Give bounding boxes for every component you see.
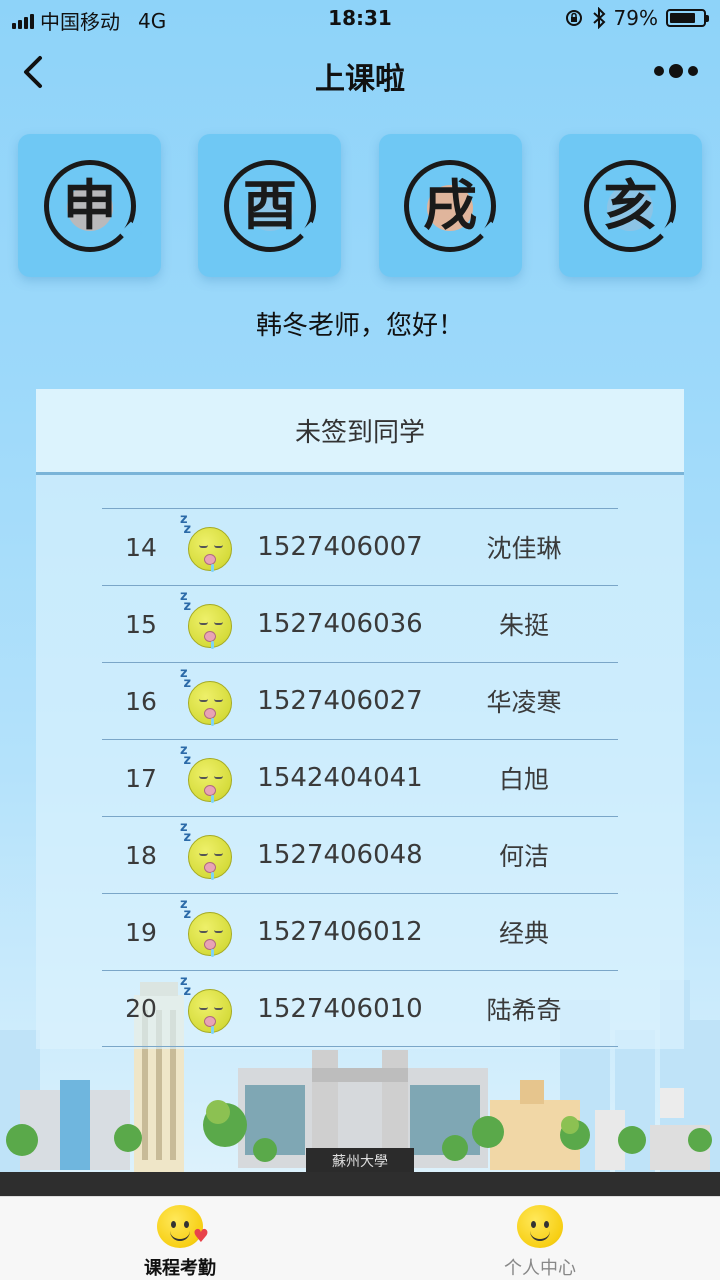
student-name: 沈佳琳 <box>486 534 562 563</box>
zodiac-glyph: 酉 <box>242 173 297 237</box>
sleepy-face-icon: z z <box>180 667 250 731</box>
zodiac-tile-3[interactable]: 戌 <box>378 134 522 277</box>
zodiac-xu-icon: 戌 <box>404 159 503 252</box>
zodiac-shen-icon: 申 <box>43 159 142 252</box>
student-id: 1527406012 <box>257 917 423 947</box>
tab-course-attendance[interactable]: ♥ 课程考勤 <box>0 1197 360 1280</box>
student-number: 20 <box>125 994 157 1023</box>
student-name: 陆希奇 <box>486 995 562 1025</box>
greeting-text: 韩冬老师，您好！ <box>255 311 464 341</box>
zodiac-hai-icon: 亥 <box>584 159 683 252</box>
zodiac-glyph: 亥 <box>603 173 658 237</box>
table-row: 16 z z 1527406027 华凌寒 <box>102 662 618 739</box>
sleepy-face-icon: z z <box>180 821 250 885</box>
table-row: 18 z z 1527406048 何洁 <box>102 816 618 893</box>
student-number: 14 <box>125 532 157 562</box>
sleepy-face-icon: z z <box>180 744 250 808</box>
student-name: 经典 <box>498 919 549 948</box>
table-row: 19 z z 1527406012 经典 <box>102 893 618 970</box>
tab-label: 课程考勤 <box>144 1258 216 1279</box>
sleepy-face-icon: z z <box>180 590 250 654</box>
student-id: 1542404041 <box>257 763 423 793</box>
table-row: 20 z z 1527406010 陆希奇 <box>102 970 618 1047</box>
tab-label: 个人中心 <box>504 1258 576 1279</box>
gate-sign: 蘇州大學 <box>332 1154 388 1170</box>
student-id: 1527406010 <box>257 993 423 1024</box>
zodiac-you-icon: 酉 <box>223 159 323 252</box>
student-id: 1527406027 <box>257 686 423 716</box>
student-id: 1527406048 <box>257 840 423 870</box>
page-title: 上课啦 <box>315 62 405 97</box>
tab-bar: ♥ 课程考勤 个人中心 <box>0 1196 720 1280</box>
student-name: 何洁 <box>498 842 549 871</box>
student-number: 18 <box>125 840 157 870</box>
table-row: 17 z z 1542404041 白旭 <box>102 739 618 816</box>
smile-emoji-icon <box>517 1205 563 1248</box>
kiss-emoji-icon: ♥ <box>157 1205 209 1248</box>
orientation-lock-icon <box>565 10 582 26</box>
nav-bar: 上课啦 <box>0 40 720 110</box>
sleepy-face-icon: z z <box>180 898 250 962</box>
zodiac-tile-4[interactable]: 亥 <box>558 134 702 277</box>
sleepy-face-icon: z z <box>180 975 250 1039</box>
absent-students-card: 未签到同学 14 z z 1527406007 沈佳琳 15 z z 1527406036 朱… <box>36 389 684 1049</box>
table-row: 15 z z 1527406036 朱挺 <box>102 585 618 662</box>
student-number: 16 <box>125 686 157 716</box>
zodiac-glyph: 申 <box>62 173 117 237</box>
bluetooth-icon <box>592 7 605 29</box>
zodiac-glyph: 戌 <box>423 173 478 237</box>
sleepy-face-icon: z z <box>180 513 250 577</box>
more-button[interactable] <box>654 64 698 78</box>
student-number: 17 <box>125 763 157 793</box>
battery-icon <box>666 9 709 27</box>
road-strip <box>0 1172 720 1196</box>
card-title: 未签到同学 <box>36 389 684 475</box>
student-id: 1527406036 <box>257 609 423 639</box>
student-name: 华凌寒 <box>486 688 562 717</box>
battery-percent: 79% <box>613 6 658 30</box>
zodiac-tile-1[interactable]: 申 <box>18 134 161 277</box>
absent-students-table: 14 z z 1527406007 沈佳琳 15 z z 1527406036 朱挺 16 z z… <box>102 508 618 1047</box>
student-name: 白旭 <box>498 765 549 794</box>
student-number: 19 <box>125 917 157 947</box>
student-number: 15 <box>125 609 157 639</box>
table-row: 14 z z 1527406007 沈佳琳 <box>102 508 618 585</box>
student-id: 1527406007 <box>257 532 423 562</box>
tab-personal-center[interactable]: 个人中心 <box>360 1197 720 1280</box>
student-name: 朱挺 <box>498 611 549 640</box>
zodiac-tile-2[interactable]: 酉 <box>198 134 342 277</box>
zodiac-tiles: 申 酉 戌 亥 <box>18 134 702 277</box>
status-bar: 中国移动 4G 18:31 79% <box>0 0 720 36</box>
more-dots-icon <box>654 66 664 76</box>
